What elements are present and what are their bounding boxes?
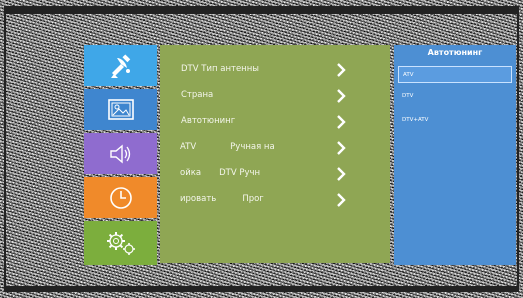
category-sound[interactable] [84,133,157,174]
auto-tuning-submenu: Автотюнинг ATV DTV DTV+ATV [394,45,516,265]
submenu-title: Автотюнинг [427,48,483,57]
chevron-right-icon [337,141,346,155]
satellite-icon [110,53,130,78]
menu-item-atv-manual-tuning[interactable]: ATV Ручная на [160,136,390,162]
picture-icon [107,98,134,120]
menu-item-auto-tuning[interactable]: Автотюнинг [160,110,390,136]
category-settings[interactable] [84,221,157,265]
menu-item-label: DTV Тип антенны [181,64,260,74]
menu-item-program-edit[interactable]: ировать Прог [160,188,390,214]
chevron-right-icon [337,63,346,77]
sound-icon [109,144,130,163]
category-picture[interactable] [84,89,157,130]
chevron-right-icon [337,89,346,103]
menu-item-label: Автотюнинг [181,116,236,126]
category-time[interactable] [84,177,157,218]
submenu-option-dtv-atv[interactable]: DTV+ATV [398,112,512,129]
menu-item-label: Страна [181,90,214,100]
menu-item-dtv-manual-tuning[interactable]: ойка DTV Ручн [160,162,390,188]
chevron-right-icon [337,193,346,207]
menu-item-label: ойка DTV Ручн [180,168,261,178]
clock-icon [109,186,132,209]
chevron-right-icon [337,115,346,129]
menu-item-dtv-antenna-type[interactable]: DTV Тип антенны [160,58,390,84]
chevron-right-icon [337,167,346,181]
category-icon-column [84,45,157,265]
submenu-option-atv[interactable]: ATV [398,66,512,83]
menu-item-label: ATV Ручная на [180,142,275,152]
channel-menu-panel: DTV Тип антенны Страна Автотюнинг ATV Руч… [160,45,390,263]
submenu-option-dtv[interactable]: DTV [398,88,512,105]
menu-item-label: ировать Прог [180,194,264,204]
menu-item-country[interactable]: Страна [160,84,390,110]
category-channel[interactable] [84,45,157,86]
settings-icon [106,232,135,255]
